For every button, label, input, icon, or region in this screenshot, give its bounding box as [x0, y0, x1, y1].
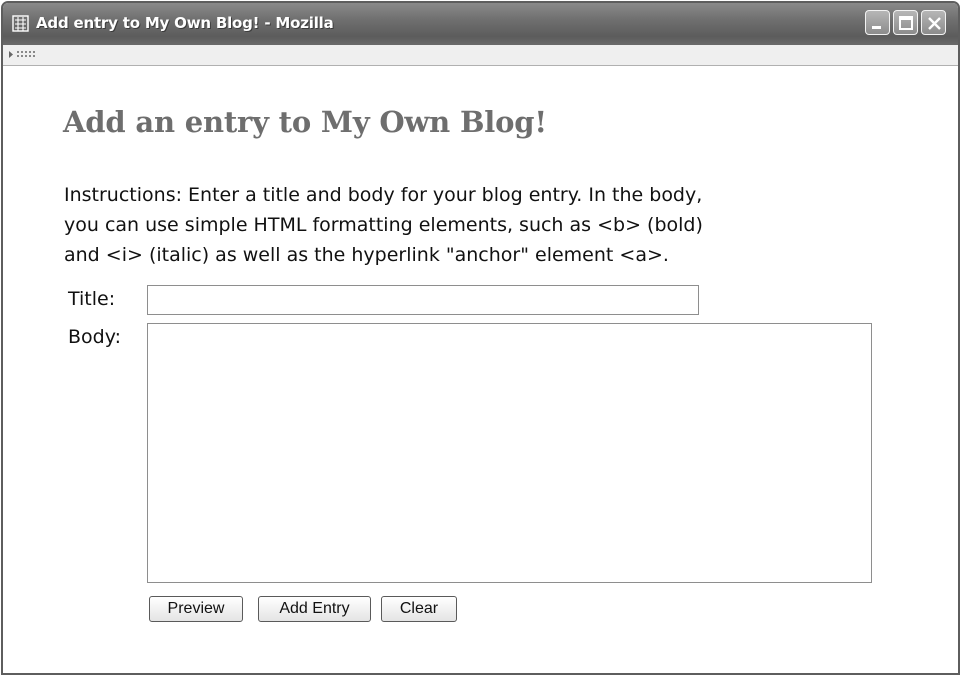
instructions-text: Instructions: Enter a title and body for…: [64, 180, 934, 270]
instructions-line: and <i> (italic) as well as the hyperlin…: [64, 244, 669, 266]
preview-button[interactable]: Preview: [149, 596, 243, 622]
body-textarea[interactable]: [147, 323, 872, 583]
window-titlebar[interactable]: Add entry to My Own Blog! - Mozilla: [3, 3, 958, 45]
clear-button[interactable]: Clear: [381, 596, 457, 622]
body-label: Body:: [68, 326, 121, 348]
add-entry-button[interactable]: Add Entry: [258, 596, 371, 622]
collapsed-toolbar[interactable]: [3, 45, 958, 66]
page-heading: Add an entry to My Own Blog!: [63, 105, 547, 139]
maximize-icon: [899, 16, 913, 30]
close-icon: [928, 17, 941, 30]
toolbar-grip-icon[interactable]: [8, 50, 38, 59]
maximize-button[interactable]: [893, 10, 918, 35]
close-button[interactable]: [921, 10, 946, 35]
instructions-line: Instructions: Enter a title and body for…: [64, 184, 703, 206]
instructions-line: you can use simple HTML formatting eleme…: [64, 214, 703, 236]
title-input[interactable]: [147, 285, 699, 315]
page-content: Add an entry to My Own Blog! Instruction…: [3, 66, 958, 673]
title-label: Title:: [68, 288, 116, 310]
browser-window: Add entry to My Own Blog! - Mozilla Add …: [1, 1, 960, 675]
window-title: Add entry to My Own Blog! - Mozilla: [36, 14, 334, 32]
minimize-button[interactable]: [865, 10, 890, 35]
minimize-icon: [872, 26, 881, 29]
mozilla-app-icon: [12, 15, 29, 32]
